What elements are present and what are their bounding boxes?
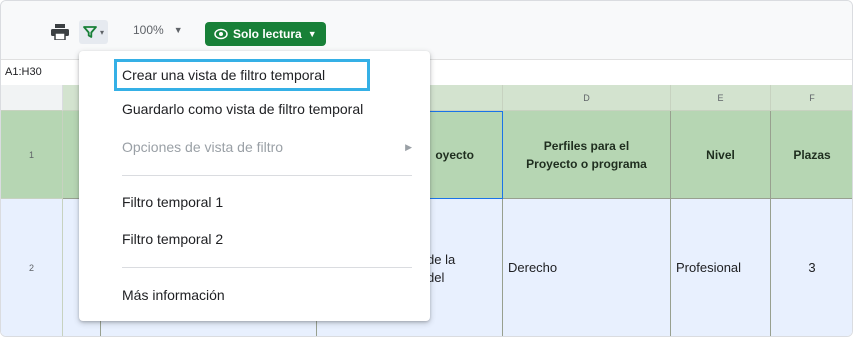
- menu-item-save-temp-filter-view[interactable]: Guardarlo como vista de filtro temporal: [79, 93, 430, 125]
- zoom-select[interactable]: 100% ▼: [133, 23, 183, 37]
- column-header-d[interactable]: D: [503, 85, 671, 111]
- name-box[interactable]: A1:H30: [5, 66, 42, 78]
- table-cell-plazas[interactable]: Plazas: [771, 111, 852, 199]
- select-all-corner[interactable]: [1, 85, 63, 111]
- chevron-down-icon: ▼: [173, 25, 183, 35]
- cell-text: de la: [427, 252, 456, 267]
- column-header-e[interactable]: E: [671, 85, 771, 111]
- column-header-f[interactable]: F: [771, 85, 852, 111]
- printer-icon: [51, 24, 69, 40]
- table-cell-perfiles[interactable]: Perfiles para el Proyecto o programa: [503, 111, 671, 199]
- menu-divider: [122, 267, 412, 268]
- eye-icon: [214, 28, 228, 40]
- menu-item-create-temp-filter-view[interactable]: Crear una vista de filtro temporal: [79, 59, 430, 91]
- toolbar: ▾ 100% ▼ Solo lectura ▼: [1, 1, 852, 51]
- row-header-1[interactable]: 1: [1, 111, 63, 199]
- menu-item-temp-filter-1[interactable]: Filtro temporal 1: [79, 186, 430, 218]
- print-button[interactable]: [51, 24, 69, 40]
- table-cell-plazas-value[interactable]: 3: [771, 199, 852, 336]
- table-cell-nivel-value[interactable]: Profesional: [671, 199, 771, 336]
- table-cell-perfil-value[interactable]: Derecho: [503, 199, 671, 336]
- readonly-label: Solo lectura: [233, 27, 302, 41]
- menu-item-label: Crear una vista de filtro temporal: [122, 67, 326, 83]
- filter-menu-button[interactable]: ▾: [79, 20, 109, 44]
- chevron-down-icon: ▾: [100, 27, 105, 37]
- zoom-value: 100%: [133, 23, 164, 37]
- menu-item-label: Guardarlo como vista de filtro temporal: [122, 101, 364, 117]
- filter-dropdown-menu: Crear una vista de filtro temporal Guard…: [79, 51, 430, 321]
- menu-item-more-info[interactable]: Más información: [79, 279, 430, 311]
- row-header-2[interactable]: 2: [1, 199, 63, 336]
- table-cell-nivel[interactable]: Nivel: [671, 111, 771, 199]
- menu-item-filter-view-options[interactable]: Opciones de vista de filtro ▶: [79, 131, 430, 163]
- sheets-window: ▾ 100% ▼ Solo lectura ▼ A1:H30 D E F 1 2…: [0, 0, 853, 337]
- filter-icon: [83, 26, 97, 38]
- chevron-down-icon: ▼: [307, 29, 317, 39]
- menu-item-label: Filtro temporal 1: [122, 194, 224, 210]
- chevron-right-icon: ▶: [405, 141, 412, 152]
- menu-item-temp-filter-2[interactable]: Filtro temporal 2: [79, 223, 430, 255]
- menu-divider: [122, 175, 412, 176]
- menu-item-label: Más información: [122, 287, 225, 303]
- menu-item-label: Opciones de vista de filtro: [122, 139, 284, 155]
- menu-item-label: Filtro temporal 2: [122, 231, 224, 247]
- readonly-mode-button[interactable]: Solo lectura ▼: [205, 22, 326, 46]
